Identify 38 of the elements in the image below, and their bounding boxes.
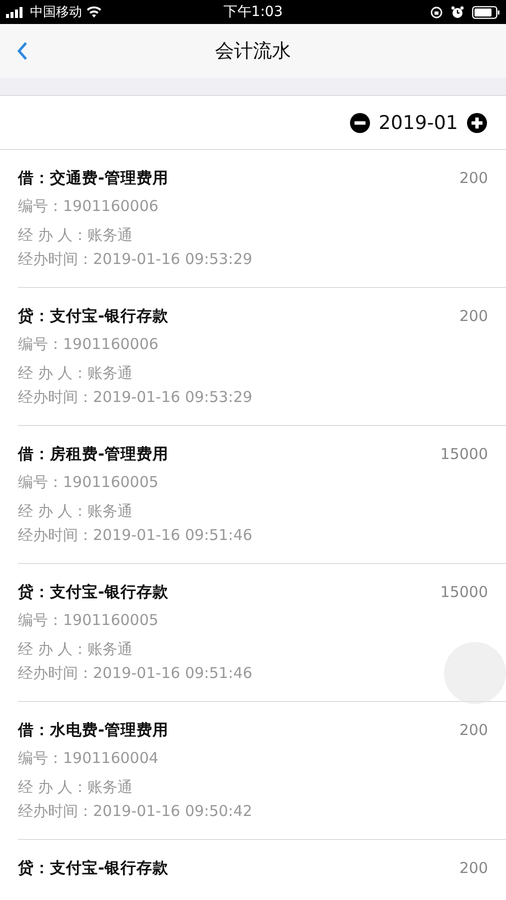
- entry-amount: 200: [459, 721, 488, 739]
- entry-handler: 经 办 人：账务通: [18, 639, 133, 660]
- rotation-lock-icon: [430, 6, 444, 18]
- wifi-icon: [86, 6, 102, 18]
- entry-number: 编号：1901160005: [18, 610, 158, 631]
- entry-amount: 15000: [440, 583, 488, 601]
- entry-number: 编号：1901160004: [18, 748, 158, 769]
- entry-title: 贷：支付宝-银行存款: [18, 582, 168, 602]
- plus-button[interactable]: [466, 112, 488, 134]
- entry-title: 借：水电费-管理费用: [18, 720, 168, 740]
- back-icon: [16, 41, 28, 61]
- entry-title: 贷：支付宝-银行存款: [18, 858, 168, 878]
- battery-icon: [472, 6, 500, 18]
- entry-amount: 200: [459, 169, 488, 187]
- entry-handler: 经 办 人：账务通: [18, 777, 133, 798]
- carrier-name: 中国移动: [30, 4, 82, 21]
- entry-number: 编号：1901160006: [18, 196, 158, 217]
- entry-time: 经办时间：2019-01-16 09:51:46: [18, 663, 252, 684]
- entry-time: 经办时间：2019-01-16 09:51:46: [18, 525, 252, 546]
- entry-title: 借：房租费-管理费用: [18, 444, 168, 464]
- entry-amount: 200: [459, 859, 488, 877]
- page-title: 会计流水: [214, 39, 292, 64]
- clock-time: 下午1:03: [223, 3, 283, 21]
- entry-handler: 经 办 人：账务通: [18, 225, 133, 246]
- entry-title: 贷：支付宝-银行存款: [18, 306, 168, 326]
- entry-title: 借：交通费-管理费用: [18, 168, 168, 188]
- entry-handler: 经 办 人：账务通: [18, 363, 133, 384]
- entry-time: 经办时间：2019-01-16 09:53:29: [18, 387, 252, 408]
- minus-button[interactable]: [348, 112, 371, 134]
- entry-number: 编号：1901160005: [18, 472, 158, 493]
- entry-number: 编号：1901160006: [18, 334, 158, 355]
- entry-amount: 200: [459, 307, 488, 325]
- alarm-icon: [451, 6, 464, 18]
- entry-amount: 15000: [440, 445, 488, 463]
- period-label: 2019-01: [378, 112, 458, 134]
- entry-handler: 经 办 人：账务通: [18, 501, 133, 522]
- entry-time: 经办时间：2019-01-16 09:50:42: [18, 801, 252, 822]
- entry-time: 经办时间：2019-01-16 09:53:29: [18, 249, 252, 270]
